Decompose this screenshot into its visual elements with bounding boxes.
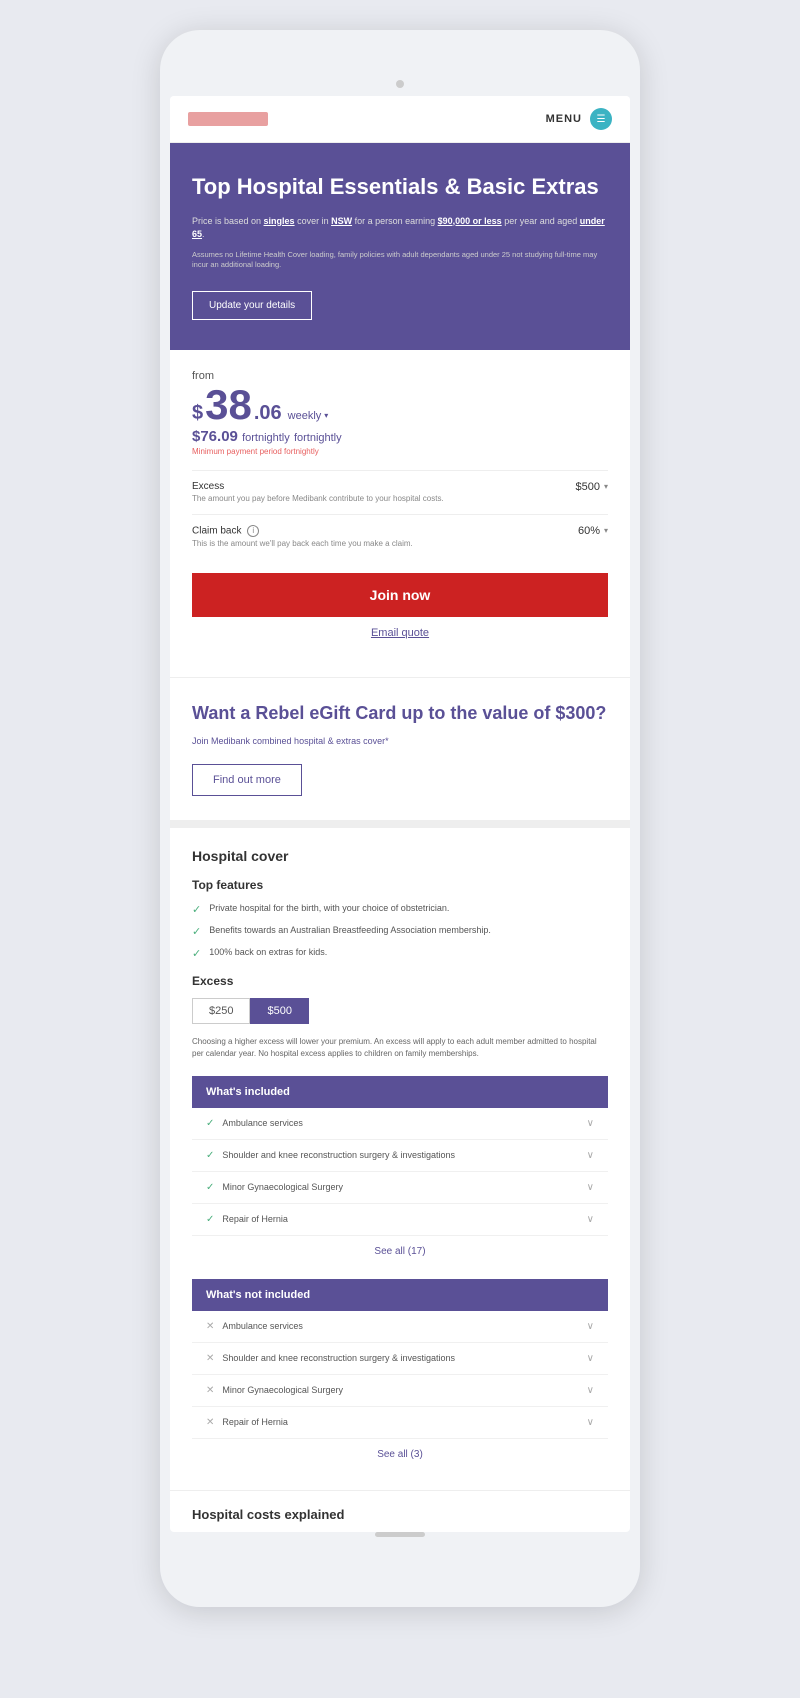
included-item-3[interactable]: ✓ Minor Gynaecological Surgery ∨ (192, 1172, 608, 1204)
menu-label[interactable]: MENU (546, 113, 582, 125)
claimback-chevron-icon: ▾ (604, 526, 608, 535)
check-icon: ✓ (192, 925, 201, 938)
expand-icon: ∨ (587, 1182, 594, 1193)
header: MENU ☰ (170, 96, 630, 143)
feature-text-1: Private hospital for the birth, with you… (209, 902, 449, 915)
excess-section-title: Excess (192, 974, 608, 988)
included-item-4[interactable]: ✓ Repair of Hernia ∨ (192, 1204, 608, 1236)
dollar-sign: $ (192, 402, 203, 425)
claimback-value[interactable]: 60% ▾ (578, 525, 608, 537)
gift-section: Want a Rebel eGift Card up to the value … (170, 677, 630, 819)
hospital-section-title: Hospital cover (192, 848, 608, 864)
not-included-item-4[interactable]: ✕ Repair of Hernia ∨ (192, 1407, 608, 1439)
info-icon[interactable]: i (247, 525, 259, 537)
update-details-button[interactable]: Update your details (192, 291, 312, 320)
see-all-not-included-link[interactable]: See all (3) (192, 1439, 608, 1470)
hero-fine-print: Assumes no Lifetime Health Cover loading… (192, 250, 608, 271)
not-included-x-icon: ✕ (206, 1417, 214, 1428)
feature-item-2: ✓ Benefits towards an Australian Breastf… (192, 924, 608, 938)
not-included-label-1: Ambulance services (222, 1321, 303, 1331)
not-included-x-icon: ✕ (206, 1385, 214, 1396)
not-included-x-icon: ✕ (206, 1353, 214, 1364)
phone-frame: MENU ☰ Top Hospital Essentials & Basic E… (160, 30, 640, 1607)
included-item-2[interactable]: ✓ Shoulder and knee reconstruction surge… (192, 1140, 608, 1172)
excess-500-button[interactable]: $500 (250, 998, 308, 1024)
expand-icon: ∨ (587, 1385, 594, 1396)
gift-title: Want a Rebel eGift Card up to the value … (192, 702, 608, 725)
min-payment-label: Minimum payment period fortnightly (192, 447, 608, 456)
join-now-button[interactable]: Join now (192, 573, 608, 617)
hospital-section: Hospital cover Top features ✓ Private ho… (170, 820, 630, 1490)
logo (188, 112, 268, 126)
not-included-item-3[interactable]: ✕ Minor Gynaecological Surgery ∨ (192, 1375, 608, 1407)
expand-icon: ∨ (587, 1417, 594, 1428)
feature-item-1: ✓ Private hospital for the birth, with y… (192, 902, 608, 916)
claimback-info: Claim back i This is the amount we'll pa… (192, 525, 413, 549)
excess-value[interactable]: $500 ▾ (576, 481, 609, 493)
gift-description: Join Medibank combined hospital & extras… (192, 736, 608, 746)
claimback-sublabel: This is the amount we'll pay back each t… (192, 539, 413, 549)
check-icon: ✓ (192, 903, 201, 916)
excess-250-button[interactable]: $250 (192, 998, 250, 1024)
find-out-more-button[interactable]: Find out more (192, 764, 302, 796)
not-included-label-3: Minor Gynaecological Surgery (222, 1385, 343, 1395)
menu-icon-symbol: ☰ (597, 114, 606, 125)
not-included-item-2[interactable]: ✕ Shoulder and knee reconstruction surge… (192, 1343, 608, 1375)
header-right: MENU ☰ (546, 108, 612, 130)
not-included-item-1[interactable]: ✕ Ambulance services ∨ (192, 1311, 608, 1343)
included-label-2: Shoulder and knee reconstruction surgery… (222, 1150, 455, 1160)
chevron-down-icon: ▾ (324, 411, 328, 420)
excess-chevron-icon: ▾ (604, 482, 608, 491)
not-included-label-2: Shoulder and knee reconstruction surgery… (222, 1353, 455, 1363)
feature-item-3: ✓ 100% back on extras for kids. (192, 946, 608, 960)
excess-row: Excess The amount you pay before Mediban… (192, 470, 608, 514)
feature-text-2: Benefits towards an Australian Breastfee… (209, 924, 491, 937)
included-check-icon: ✓ (206, 1118, 214, 1129)
see-all-included-link[interactable]: See all (17) (192, 1236, 608, 1267)
claimback-row: Claim back i This is the amount we'll pa… (192, 514, 608, 559)
hero-title: Top Hospital Essentials & Basic Extras (192, 173, 608, 201)
claimback-label: Claim back i (192, 525, 413, 537)
included-label-1: Ambulance services (222, 1118, 303, 1128)
price-whole: 38 (205, 384, 252, 426)
email-quote-link[interactable]: Email quote (192, 627, 608, 649)
expand-icon: ∨ (587, 1118, 594, 1129)
price-fortnightly: $76.09 fortnightly fortnightly (192, 428, 608, 445)
included-check-icon: ✓ (206, 1150, 214, 1161)
expand-icon: ∨ (587, 1353, 594, 1364)
menu-icon[interactable]: ☰ (590, 108, 612, 130)
expand-icon: ∨ (587, 1321, 594, 1332)
expand-icon: ∨ (587, 1150, 594, 1161)
from-label: from (192, 370, 608, 382)
feature-text-3: 100% back on extras for kids. (209, 946, 327, 959)
whats-not-included-header: What's not included (192, 1279, 608, 1311)
price-main: $ 38 .06 weekly ▾ (192, 384, 608, 426)
excess-label: Excess (192, 481, 444, 492)
included-check-icon: ✓ (206, 1182, 214, 1193)
not-included-label-4: Repair of Hernia (222, 1417, 288, 1427)
included-label-4: Repair of Hernia (222, 1214, 288, 1224)
excess-info: Excess The amount you pay before Mediban… (192, 481, 444, 504)
not-included-x-icon: ✕ (206, 1321, 214, 1332)
excess-note: Choosing a higher excess will lower your… (192, 1036, 608, 1060)
included-label-3: Minor Gynaecological Surgery (222, 1182, 343, 1192)
price-period-weekly: weekly ▾ (288, 410, 329, 422)
screen: MENU ☰ Top Hospital Essentials & Basic E… (170, 96, 630, 1532)
expand-icon: ∨ (587, 1214, 594, 1225)
check-icon: ✓ (192, 947, 201, 960)
fortnightly-period-label: fortnightly (294, 432, 342, 444)
fortnightly-label: fortnightly (242, 432, 290, 444)
included-check-icon: ✓ (206, 1214, 214, 1225)
excess-sublabel: The amount you pay before Medibank contr… (192, 494, 444, 504)
hero-description: Price is based on singles cover in NSW f… (192, 215, 608, 242)
excess-buttons: $250 $500 (192, 998, 608, 1024)
features-title: Top features (192, 878, 608, 892)
hero-section: Top Hospital Essentials & Basic Extras P… (170, 143, 630, 350)
included-item-1[interactable]: ✓ Ambulance services ∨ (192, 1108, 608, 1140)
price-cents: .06 (254, 402, 282, 425)
hospital-costs-title: Hospital costs explained (170, 1490, 630, 1532)
pricing-section: from $ 38 .06 weekly ▾ $76.09 fortnightl… (170, 350, 630, 670)
whats-included-header: What's included (192, 1076, 608, 1108)
